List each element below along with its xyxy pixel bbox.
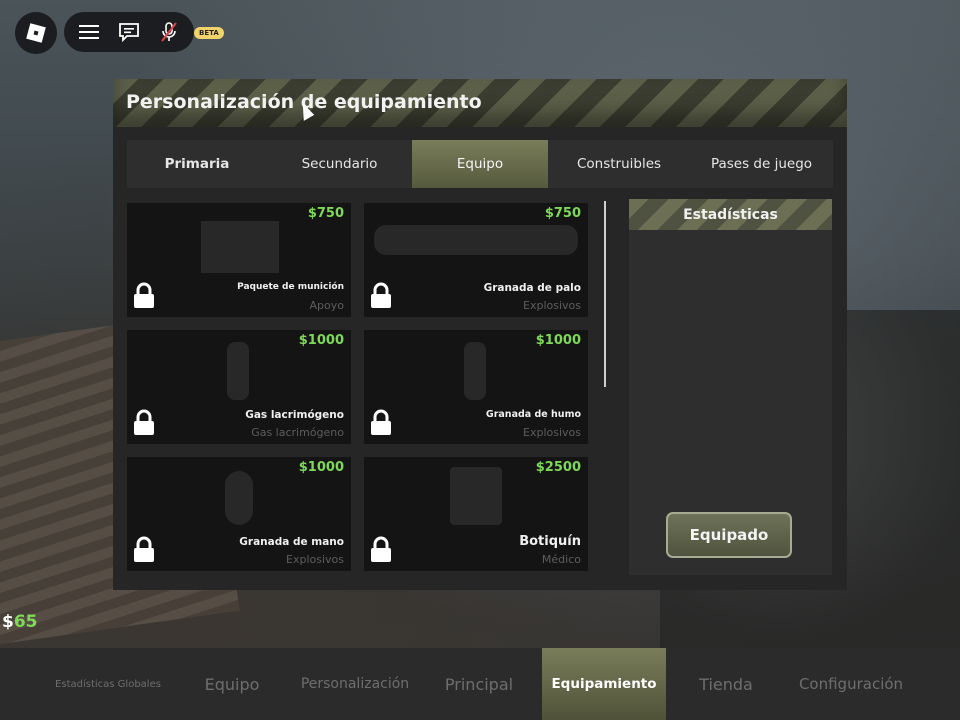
item-name: Granada de palo <box>483 282 581 294</box>
nav-equipamiento[interactable]: Equipamiento <box>542 648 666 720</box>
ammo-pack-image <box>201 221 279 273</box>
hand-grenade-image <box>225 471 253 525</box>
tab-pases-de-juego[interactable]: Pases de juego <box>690 140 833 188</box>
nav-principal[interactable]: Principal <box>424 648 534 720</box>
item-name: Botiquín <box>519 534 581 549</box>
item-price: $750 <box>307 206 344 221</box>
lock-icon <box>134 409 154 435</box>
roblox-menu-button[interactable] <box>15 12 57 54</box>
nav-equipo[interactable]: Equipo <box>178 648 286 720</box>
tab-primaria[interactable]: Primaria <box>127 140 267 188</box>
item-category: Explosivos <box>523 426 581 439</box>
bottom-nav: Estadísticas Globales Equipo Personaliza… <box>0 648 960 720</box>
item-category: Gas lacrimógeno <box>251 426 344 439</box>
roblox-logo-icon <box>26 23 46 43</box>
tear-gas-image <box>227 342 249 400</box>
item-category: Apoyo <box>309 299 344 312</box>
item-category: Explosivos <box>523 299 581 312</box>
item-name: Granada de humo <box>485 409 581 420</box>
item-category: Explosivos <box>286 553 344 566</box>
beta-badge: BETA <box>194 27 224 39</box>
item-name: Granada de mano <box>239 536 344 548</box>
lock-icon <box>134 536 154 562</box>
money-display: $65 <box>2 612 38 632</box>
item-category: Médico <box>541 553 581 566</box>
item-grid-scrollbar[interactable] <box>604 201 606 387</box>
item-name: Gas lacrimógeno <box>245 409 344 421</box>
tab-secundario[interactable]: Secundario <box>267 140 412 188</box>
money-value: 65 <box>13 612 38 632</box>
lock-icon <box>371 409 391 435</box>
nav-tienda[interactable]: Tienda <box>676 648 776 720</box>
lock-icon <box>134 282 154 308</box>
chat-icon[interactable] <box>118 21 140 43</box>
item-card[interactable]: $1000 Granada de humo Explosivos <box>364 330 588 444</box>
item-price: $1000 <box>298 460 344 475</box>
hamburger-menu-icon[interactable] <box>78 21 100 43</box>
lock-icon <box>371 282 391 308</box>
microphone-muted-icon[interactable] <box>158 21 180 43</box>
item-price: $750 <box>544 206 581 221</box>
item-card[interactable]: $750 Paquete de munición Apoyo <box>127 203 351 317</box>
item-price: $2500 <box>535 460 581 475</box>
lock-icon <box>371 536 391 562</box>
item-price: $1000 <box>298 333 344 348</box>
item-name: Paquete de munición <box>237 282 344 292</box>
item-grid: $750 Paquete de munición Apoyo $750 Gran… <box>127 203 589 573</box>
tab-construibles[interactable]: Construibles <box>548 140 690 188</box>
loadout-panel: Personalización de equipamiento Primaria… <box>113 79 847 590</box>
item-card[interactable]: $1000 Gas lacrimógeno Gas lacrimógeno <box>127 330 351 444</box>
category-tabs: Primaria Secundario Equipo Construibles … <box>127 140 833 188</box>
stats-title: Estadísticas <box>629 199 832 230</box>
roblox-topbar <box>64 12 194 52</box>
panel-header: Personalización de equipamiento <box>113 79 847 127</box>
nav-personalizacion[interactable]: Personalización <box>290 648 420 720</box>
item-card[interactable]: $2500 Botiquín Médico <box>364 457 588 571</box>
medkit-image <box>450 467 502 525</box>
item-price: $1000 <box>535 333 581 348</box>
item-card[interactable]: $1000 Granada de mano Explosivos <box>127 457 351 571</box>
tab-equipo[interactable]: Equipo <box>412 140 548 188</box>
nav-estadisticas-globales[interactable]: Estadísticas Globales <box>48 648 168 720</box>
nav-configuracion[interactable]: Configuración <box>786 648 916 720</box>
equipped-button[interactable]: Equipado <box>666 512 792 558</box>
stats-panel: Estadísticas Equipado <box>629 199 832 575</box>
stick-grenade-image <box>374 225 578 255</box>
money-symbol: $ <box>2 612 14 632</box>
smoke-grenade-image <box>464 342 486 400</box>
item-card[interactable]: $750 Granada de palo Explosivos <box>364 203 588 317</box>
